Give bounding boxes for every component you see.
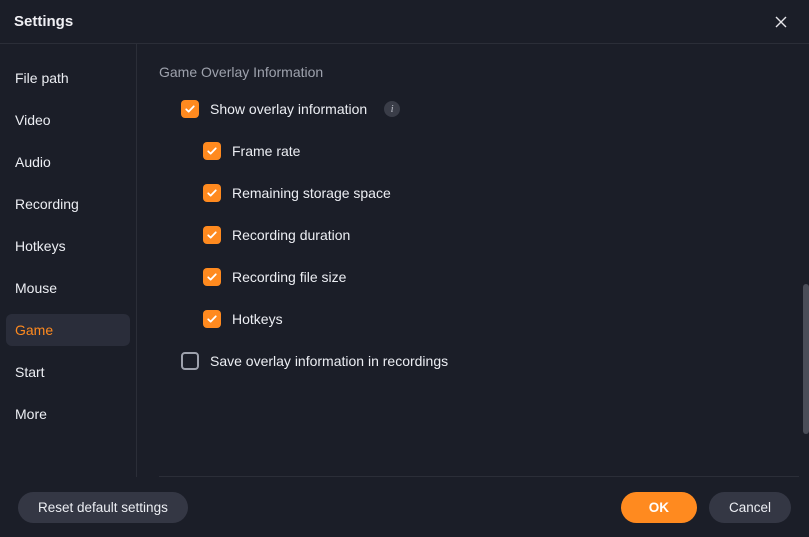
option-label: Hotkeys: [232, 311, 283, 327]
check-icon: [206, 187, 218, 199]
option-row: Recording duration: [203, 226, 791, 244]
checkbox-remaining-storage[interactable]: [203, 184, 221, 202]
content-pane: Game Overlay Information Show overlay in…: [137, 44, 809, 477]
check-icon: [206, 145, 218, 157]
options-list: Show overlay information i Frame rate Remai…: [159, 100, 791, 370]
sidebar-item-audio[interactable]: Audio: [6, 146, 130, 178]
checkbox-save-overlay-in-recordings[interactable]: [181, 352, 199, 370]
option-label: Show overlay information: [210, 101, 367, 117]
scrollbar-thumb[interactable]: [803, 284, 809, 434]
option-row: Remaining storage space: [203, 184, 791, 202]
option-label: Recording duration: [232, 227, 350, 243]
footer: Reset default settings OK Cancel: [0, 477, 809, 537]
sidebar-item-recording[interactable]: Recording: [6, 188, 130, 220]
option-label: Recording file size: [232, 269, 346, 285]
checkbox-show-overlay[interactable]: [181, 100, 199, 118]
sidebar: File path Video Audio Recording Hotkeys Mouse…: [0, 44, 137, 477]
close-icon: [773, 14, 789, 30]
window-title: Settings: [14, 13, 73, 30]
option-label: Remaining storage space: [232, 185, 391, 201]
sidebar-item-game[interactable]: Game: [6, 314, 130, 346]
sidebar-item-mouse[interactable]: Mouse: [6, 272, 130, 304]
check-icon: [206, 271, 218, 283]
checkbox-hotkeys[interactable]: [203, 310, 221, 328]
option-row: Recording file size: [203, 268, 791, 286]
sidebar-item-more[interactable]: More: [6, 398, 130, 430]
option-label: Save overlay information in recordings: [210, 353, 448, 369]
sidebar-item-file-path[interactable]: File path: [6, 62, 130, 94]
option-row: Frame rate: [203, 142, 791, 160]
section-divider: [159, 476, 799, 477]
close-button[interactable]: [767, 8, 795, 36]
sidebar-item-start[interactable]: Start: [6, 356, 130, 388]
section-title: Game Overlay Information: [159, 64, 791, 80]
checkbox-recording-duration[interactable]: [203, 226, 221, 244]
option-row: Save overlay information in recordings: [181, 352, 791, 370]
option-row: Hotkeys: [203, 310, 791, 328]
ok-button[interactable]: OK: [621, 492, 697, 523]
check-icon: [206, 313, 218, 325]
option-row: Show overlay information i: [181, 100, 791, 118]
sidebar-item-video[interactable]: Video: [6, 104, 130, 136]
check-icon: [206, 229, 218, 241]
titlebar: Settings: [0, 0, 809, 44]
option-label: Frame rate: [232, 143, 300, 159]
cancel-button[interactable]: Cancel: [709, 492, 791, 523]
reset-button[interactable]: Reset default settings: [18, 492, 188, 523]
checkbox-frame-rate[interactable]: [203, 142, 221, 160]
info-icon[interactable]: i: [384, 101, 400, 117]
check-icon: [184, 103, 196, 115]
checkbox-recording-file-size[interactable]: [203, 268, 221, 286]
sidebar-item-hotkeys[interactable]: Hotkeys: [6, 230, 130, 262]
